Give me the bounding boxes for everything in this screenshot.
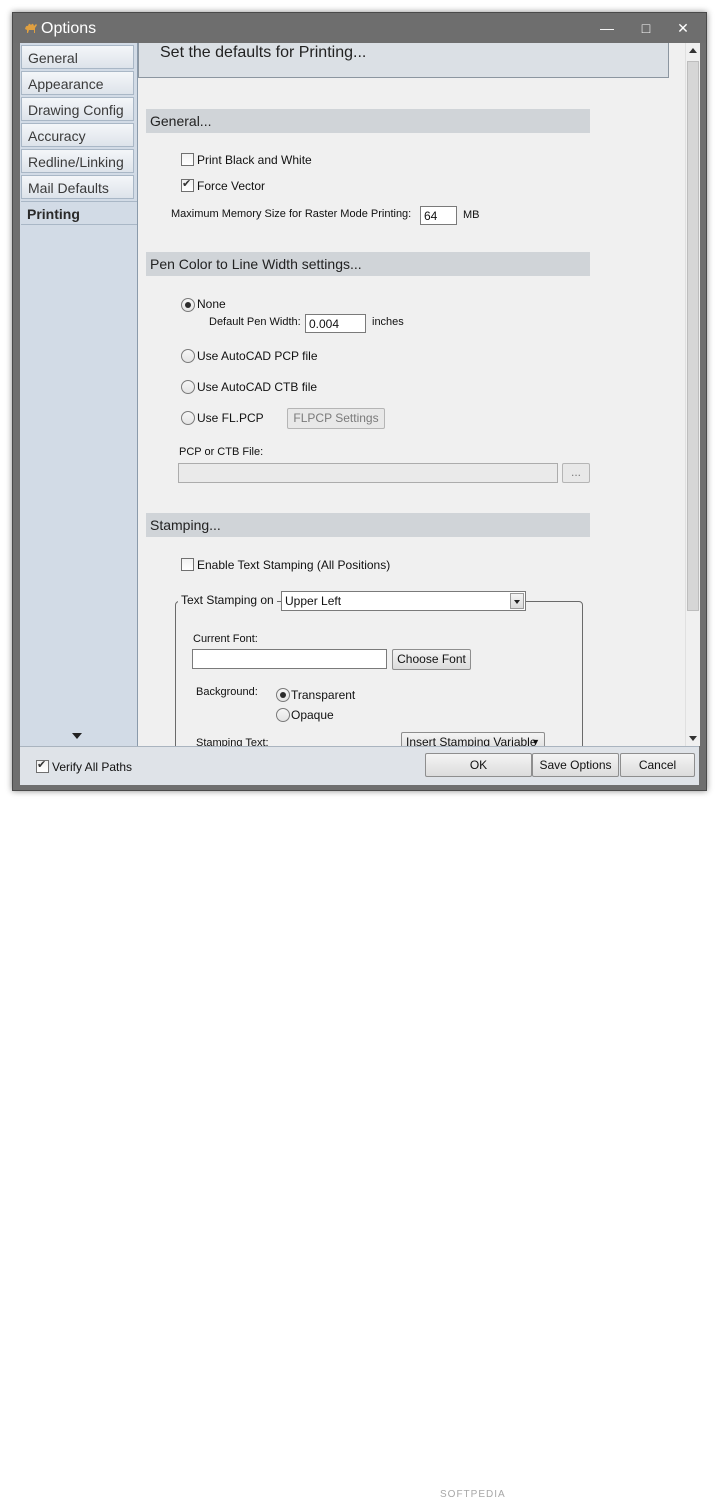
pen-ctb-label: Use AutoCAD CTB file — [197, 380, 318, 394]
force-vector-checkbox[interactable] — [181, 177, 194, 192]
page-title: Set the defaults for Printing... — [160, 44, 367, 61]
close-icon[interactable]: ✕ — [675, 21, 691, 35]
max-memory-unit: MB — [463, 209, 480, 221]
minimize-icon[interactable]: — — [599, 21, 615, 35]
default-pen-width-label: Default Pen Width: — [209, 316, 301, 328]
stamping-groupbox — [175, 601, 583, 746]
sidebar-item-general[interactable]: General — [21, 45, 134, 69]
choose-font-button[interactable]: Choose Font — [392, 649, 471, 670]
default-pen-width-unit: inches — [372, 316, 404, 328]
insert-stamping-variable-button[interactable]: Insert Stamping Variable ▼ — [401, 732, 545, 746]
print-black-white-checkbox[interactable] — [181, 153, 194, 166]
print-black-white-label: Print Black and White — [197, 153, 312, 167]
pen-none-radio[interactable] — [181, 298, 195, 312]
pen-flpcp-radio[interactable] — [181, 411, 195, 425]
general-section-header: General... — [146, 109, 590, 133]
pen-pcp-radio[interactable] — [181, 349, 195, 363]
ok-button[interactable]: OK — [425, 753, 532, 777]
camel-app-icon — [25, 23, 37, 33]
dialog-footer: Verify All Paths SOFTPEDIA OK Save Optio… — [20, 746, 699, 1500]
sidebar-item-drawing-config[interactable]: Drawing Config — [21, 97, 134, 121]
scrollbar-thumb[interactable] — [687, 61, 699, 611]
pen-ctb-radio[interactable] — [181, 380, 195, 394]
stamping-on-label: Text Stamping on — [178, 593, 277, 607]
browse-file-button[interactable]: ... — [562, 463, 590, 483]
max-memory-label: Maximum Memory Size for Raster Mode Prin… — [171, 208, 412, 220]
enable-stamping-label: Enable Text Stamping (All Positions) — [197, 558, 391, 572]
verify-all-paths-label: Verify All Paths — [52, 760, 133, 774]
sidebar-item-redline-linking[interactable]: Redline/Linking — [21, 149, 134, 173]
pcp-ctb-file-label: PCP or CTB File: — [179, 446, 264, 458]
pcp-ctb-file-input[interactable] — [178, 463, 558, 483]
background-label: Background: — [196, 686, 258, 698]
options-window: Options — □ ✕ General Appearance Drawing… — [12, 12, 707, 1500]
sidebar-item-appearance[interactable]: Appearance — [21, 71, 134, 95]
default-pen-width-input[interactable]: 0.004 — [305, 314, 366, 333]
page-header: Set the defaults for Printing... — [138, 43, 669, 78]
chevron-down-icon[interactable] — [510, 593, 524, 609]
background-opaque-label: Opaque — [291, 708, 334, 722]
vertical-scrollbar[interactable] — [685, 43, 700, 746]
verify-all-paths-checkbox[interactable] — [36, 758, 49, 773]
sidebar-scroll-down-icon[interactable] — [72, 733, 82, 739]
max-memory-input[interactable]: 64 — [420, 206, 457, 225]
current-font-input[interactable] — [192, 649, 387, 669]
scroll-up-icon[interactable] — [689, 48, 697, 53]
watermark: SOFTPEDIA — [440, 1489, 506, 1500]
current-font-label: Current Font: — [193, 633, 258, 645]
sidebar-item-mail-defaults[interactable]: Mail Defaults — [21, 175, 134, 199]
client-area: General Appearance Drawing Config Accura… — [20, 43, 700, 746]
background-transparent-radio[interactable] — [276, 688, 290, 702]
force-vector-label: Force Vector — [197, 179, 266, 193]
cancel-button[interactable]: Cancel — [620, 753, 695, 777]
stamping-text-label: Stamping Text: — [196, 737, 269, 746]
sidebar-item-accuracy[interactable]: Accuracy — [21, 123, 134, 147]
scroll-down-icon[interactable] — [689, 736, 697, 741]
pen-section-header: Pen Color to Line Width settings... — [146, 252, 590, 276]
background-opaque-radio[interactable] — [276, 708, 290, 722]
window-title: Options — [41, 20, 97, 37]
insert-stamping-variable-label: Insert Stamping Variable — [406, 735, 537, 746]
title-bar[interactable]: Options — □ ✕ — [13, 13, 706, 43]
category-sidebar: General Appearance Drawing Config Accura… — [20, 43, 138, 746]
flpcp-settings-button[interactable]: FLPCP Settings — [287, 408, 385, 429]
dropdown-arrow-icon: ▼ — [531, 737, 540, 746]
sidebar-item-printing[interactable]: Printing — [21, 201, 137, 225]
stamping-position-select[interactable]: Upper Left — [281, 591, 526, 611]
enable-stamping-checkbox[interactable] — [181, 558, 194, 571]
save-options-button[interactable]: Save Options — [532, 753, 619, 777]
background-transparent-label: Transparent — [291, 688, 356, 702]
pen-flpcp-label: Use FL.PCP — [197, 411, 264, 425]
stamping-section-header: Stamping... — [146, 513, 590, 537]
stamping-position-value: Upper Left — [285, 594, 342, 608]
maximize-icon[interactable]: □ — [638, 21, 654, 35]
pen-pcp-label: Use AutoCAD PCP file — [197, 349, 318, 363]
printing-settings-panel: Set the defaults for Printing... General… — [138, 43, 685, 746]
pen-none-label: None — [197, 297, 226, 311]
